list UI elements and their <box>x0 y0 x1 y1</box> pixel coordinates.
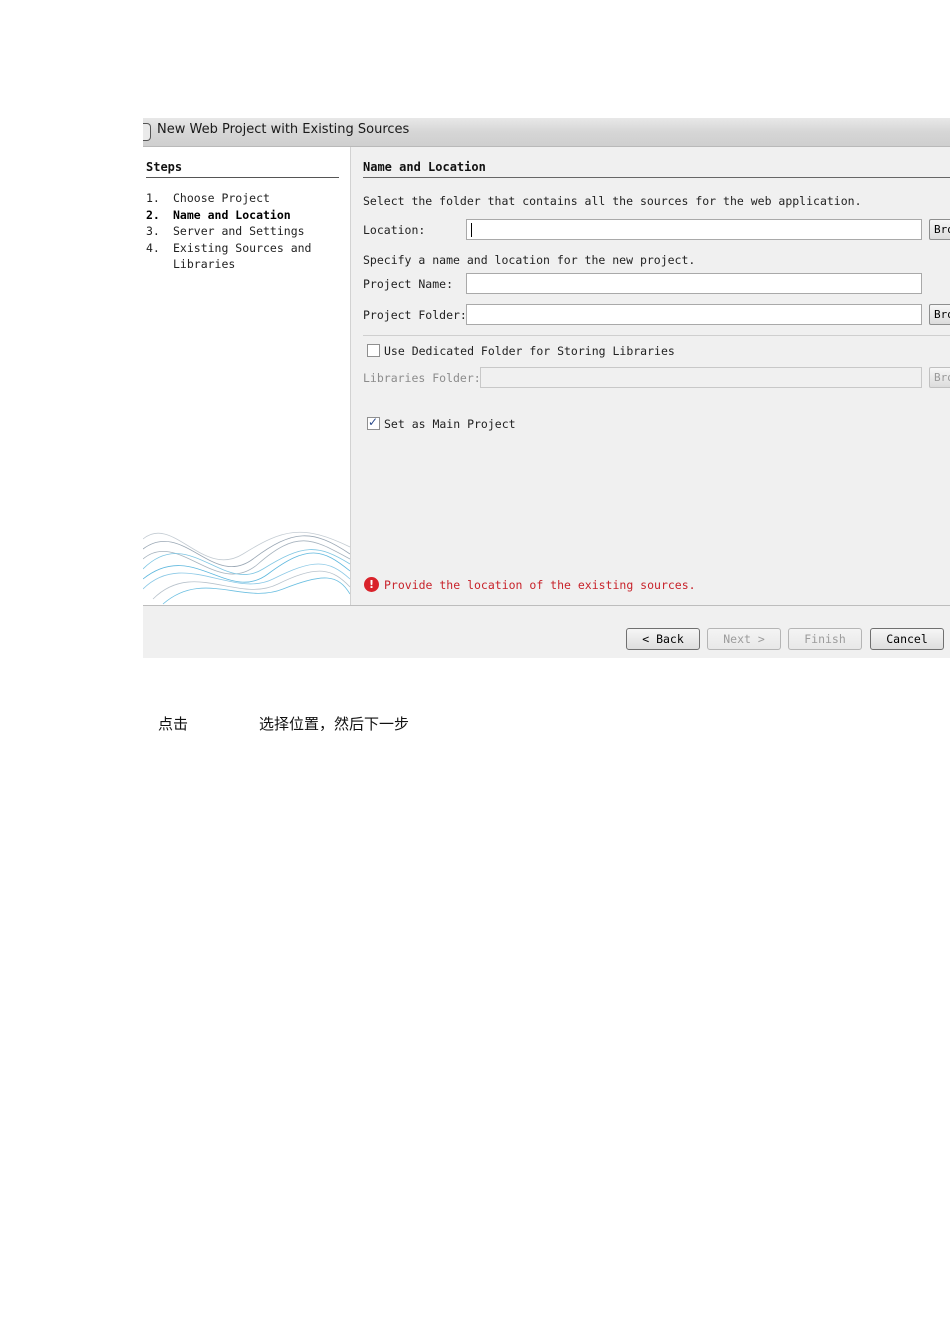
section-divider <box>363 177 950 178</box>
window-icon <box>143 123 151 141</box>
step-number: 3. <box>146 224 160 238</box>
name-and-location-panel: Name and Location Select the folder that… <box>351 147 950 605</box>
steps-title: Steps <box>146 160 183 174</box>
checkmark-icon: ✓ <box>368 415 379 429</box>
project-folder-label: Project Folder: <box>363 308 467 322</box>
step-name-and-location: 2. Name and Location <box>146 207 311 224</box>
main-project-checkbox[interactable]: ✓ <box>367 415 380 430</box>
project-folder-field[interactable] <box>466 304 922 325</box>
next-button[interactable]: Next > <box>707 628 781 650</box>
step-existing-sources: 4. Existing Sources and Libraries <box>146 240 311 273</box>
cancel-button[interactable]: Cancel <box>870 628 944 650</box>
intro-text: Select the folder that contains all the … <box>363 194 862 208</box>
location-label: Location: <box>363 223 426 237</box>
step-server-and-settings: 3. Server and Settings <box>146 223 311 240</box>
project-name-field[interactable] <box>466 273 922 294</box>
step-label-continued: Libraries <box>173 257 236 271</box>
steps-list: 1. Choose Project 2. Name and Location 3. S… <box>146 190 311 273</box>
error-icon: ! <box>364 577 379 592</box>
step-number: 4. <box>146 240 160 255</box>
step-label: Existing Sources and <box>173 240 312 255</box>
project-name-label: Project Name: <box>363 277 454 291</box>
step-number: 1. <box>146 191 160 205</box>
main-project-label: Set as Main Project <box>384 417 516 431</box>
error-message: Provide the location of the existing sou… <box>384 578 696 592</box>
dedicated-folder-label: Use Dedicated Folder for Storing Librari… <box>384 344 675 358</box>
libraries-folder-label: Libraries Folder: <box>363 371 481 385</box>
finish-button[interactable]: Finish <box>788 628 862 650</box>
step-label: Name and Location <box>173 207 291 222</box>
location-browse-button[interactable]: Browse... <box>929 219 950 240</box>
title-bar: New Web Project with Existing Sources <box>143 118 950 147</box>
step-number: 2. <box>146 207 160 222</box>
caption-part-2: 选择位置，然后下一步 <box>259 715 410 733</box>
step-label: Choose Project <box>173 191 270 205</box>
specify-text: Specify a name and location for the new … <box>363 253 696 267</box>
caption-part-1: 点击 <box>158 715 189 733</box>
project-folder-browse-button[interactable]: Browse... <box>929 304 950 325</box>
location-field[interactable] <box>466 219 922 240</box>
decorative-wave-image <box>143 531 350 605</box>
back-button[interactable]: < Back <box>626 628 700 650</box>
button-bar-divider <box>143 605 950 606</box>
steps-panel: Steps 1. Choose Project 2. Name and Locati… <box>143 147 351 605</box>
section-title: Name and Location <box>363 160 486 174</box>
steps-divider <box>146 177 339 178</box>
separator <box>363 335 950 336</box>
step-choose-project: 1. Choose Project <box>146 190 311 207</box>
step-label: Server and Settings <box>173 224 305 238</box>
text-caret <box>471 223 472 237</box>
window-title: New Web Project with Existing Sources <box>157 122 410 137</box>
new-web-project-dialog: New Web Project with Existing Sources St… <box>143 118 950 658</box>
dedicated-folder-checkbox[interactable] <box>367 344 380 357</box>
libraries-folder-field[interactable] <box>480 367 922 388</box>
libraries-folder-browse-button[interactable]: Browse... <box>929 367 950 388</box>
